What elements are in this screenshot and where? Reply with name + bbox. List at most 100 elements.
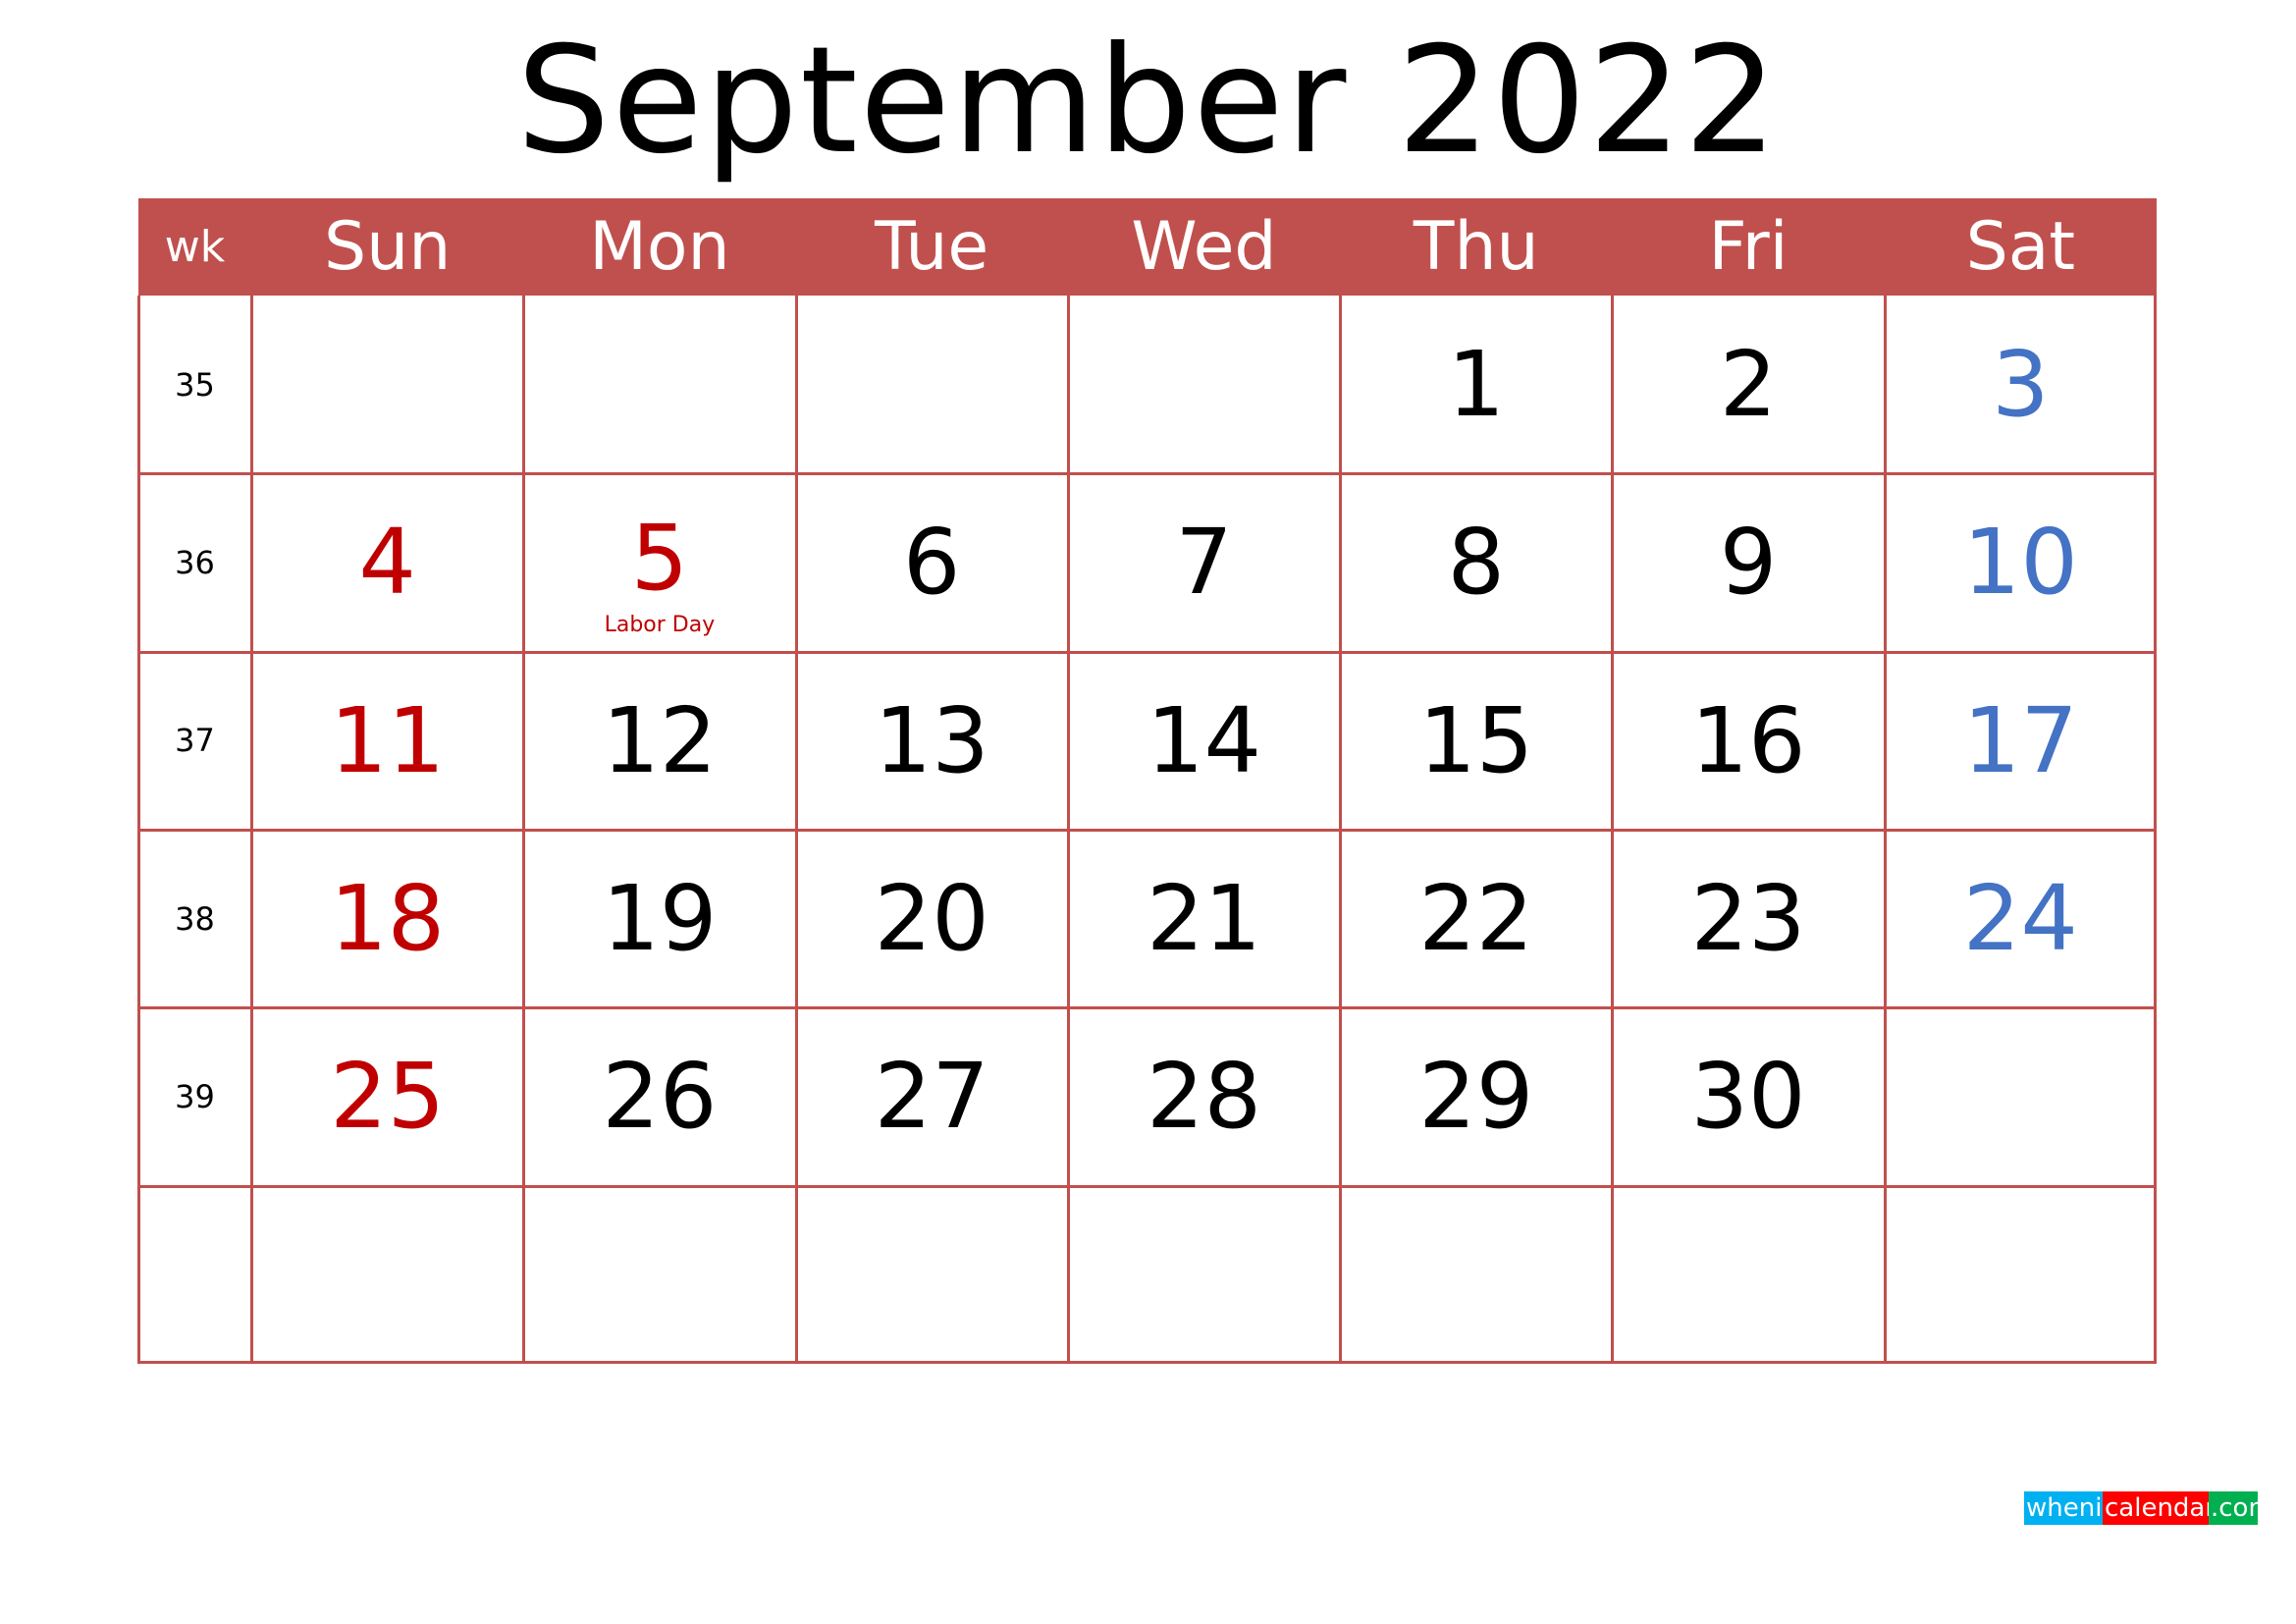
day-number: 8 (1447, 510, 1506, 616)
header-day-tue: Tue (875, 208, 989, 286)
day-number: 25 (330, 1044, 446, 1150)
calendar-grid: wk Sun Mon Tue Wed Thu Fri Sat 35 1 2 3 36 4 5 Labor D… (137, 198, 2157, 1364)
header-day-fri: Fri (1708, 208, 1789, 286)
day-cell[interactable]: 8 (1340, 473, 1612, 651)
header-day-mon: Mon (589, 208, 730, 286)
day-cell[interactable]: 6 (796, 473, 1068, 651)
header-day-thu: Thu (1413, 208, 1539, 286)
day-number: 27 (874, 1044, 989, 1150)
day-number: 23 (1690, 866, 1806, 972)
empty-day-cell (523, 296, 795, 473)
week-number-cell: 35 (138, 296, 251, 473)
day-number: 2 (1719, 332, 1778, 438)
day-cell[interactable]: 4 (251, 473, 523, 651)
day-cell[interactable]: 3 (1885, 296, 2157, 473)
day-cell[interactable]: 29 (1340, 1007, 1612, 1185)
empty-day-cell (1885, 1007, 2157, 1185)
empty-day-cell (251, 1186, 523, 1364)
day-number: 6 (902, 510, 961, 616)
empty-day-cell (796, 1186, 1068, 1364)
day-cell[interactable]: 19 (523, 830, 795, 1007)
day-number: 13 (874, 687, 989, 793)
week-number-cell: 36 (138, 473, 251, 651)
empty-day-cell (251, 296, 523, 473)
week-number: 39 (175, 1077, 215, 1115)
day-cell[interactable]: 27 (796, 1007, 1068, 1185)
watermark-part-whenis: whenis (2024, 1491, 2115, 1525)
day-cell[interactable]: 13 (796, 652, 1068, 830)
day-cell[interactable]: 15 (1340, 652, 1612, 830)
weekday-header: wk Sun Mon Tue Wed Thu Fri Sat (138, 198, 2157, 296)
day-cell[interactable]: 1 (1340, 296, 1612, 473)
day-number: 15 (1418, 687, 1534, 793)
holiday-label: Labor Day (604, 612, 716, 637)
day-number: 16 (1690, 687, 1806, 793)
day-cell[interactable]: 16 (1612, 652, 1884, 830)
day-cell[interactable]: 17 (1885, 652, 2157, 830)
day-cell[interactable]: 24 (1885, 830, 2157, 1007)
calendar-title: September 2022 (516, 16, 1780, 187)
day-cell[interactable]: 26 (523, 1007, 795, 1185)
empty-day-cell (1068, 296, 1340, 473)
day-number: 9 (1719, 510, 1778, 616)
week-number-cell (138, 1186, 251, 1364)
week-number-cell: 39 (138, 1007, 251, 1185)
day-number: 19 (602, 866, 718, 972)
header-day-sat: Sat (1965, 208, 2076, 286)
day-cell[interactable]: 12 (523, 652, 795, 830)
day-number: 20 (874, 866, 989, 972)
week-number-cell: 37 (138, 652, 251, 830)
day-number: 7 (1175, 510, 1233, 616)
week-number: 37 (175, 722, 215, 760)
week-number: 35 (175, 365, 215, 404)
day-cell[interactable]: 11 (251, 652, 523, 830)
day-cell[interactable]: 10 (1885, 473, 2157, 651)
day-number: 24 (1962, 866, 2078, 972)
day-cell[interactable]: 9 (1612, 473, 1884, 651)
day-number: 30 (1690, 1044, 1806, 1150)
day-cell[interactable]: 14 (1068, 652, 1340, 830)
header-day-sun: Sun (323, 208, 452, 286)
week-number: 36 (175, 543, 215, 581)
day-number: 29 (1418, 1044, 1534, 1150)
day-cell[interactable]: 18 (251, 830, 523, 1007)
day-cell[interactable]: 22 (1340, 830, 1612, 1007)
day-number: 14 (1146, 687, 1262, 793)
day-cell[interactable]: 21 (1068, 830, 1340, 1007)
watermark-part-com: .com (2209, 1491, 2273, 1525)
day-number: 4 (358, 510, 416, 616)
day-number: 18 (330, 866, 446, 972)
day-cell[interactable]: 28 (1068, 1007, 1340, 1185)
empty-day-cell (1612, 1186, 1884, 1364)
day-number: 28 (1146, 1044, 1262, 1150)
day-number: 17 (1962, 687, 2078, 793)
empty-day-cell (1340, 1186, 1612, 1364)
header-week-label: wk (164, 222, 226, 272)
week-number: 38 (175, 899, 215, 938)
day-number: 22 (1418, 866, 1534, 972)
day-number: 1 (1447, 332, 1506, 438)
day-number: 21 (1146, 866, 1262, 972)
day-cell[interactable]: 25 (251, 1007, 523, 1185)
day-number: 5 (630, 505, 689, 611)
day-number: 26 (602, 1044, 718, 1150)
day-cell[interactable]: 30 (1612, 1007, 1884, 1185)
empty-day-cell (796, 296, 1068, 473)
day-number: 11 (330, 687, 446, 793)
day-cell[interactable]: 20 (796, 830, 1068, 1007)
day-number: 3 (1992, 332, 2050, 438)
day-number: 10 (1962, 510, 2078, 616)
header-day-wed: Wed (1131, 208, 1277, 286)
week-number-cell: 38 (138, 830, 251, 1007)
day-cell[interactable]: 5 Labor Day (523, 473, 795, 651)
watermark-logo[interactable]: whenis calendars .com (2024, 1491, 2273, 1525)
empty-day-cell (523, 1186, 795, 1364)
calendar-body: 35 1 2 3 36 4 5 Labor Day 6 7 8 9 10 37 11 12 13 14 15 16 17… (137, 296, 2157, 1364)
empty-day-cell (1068, 1186, 1340, 1364)
day-number: 12 (602, 687, 718, 793)
watermark-part-calendars: calendars (2103, 1491, 2229, 1525)
day-cell[interactable]: 7 (1068, 473, 1340, 651)
day-cell[interactable]: 23 (1612, 830, 1884, 1007)
empty-day-cell (1885, 1186, 2157, 1364)
day-cell[interactable]: 2 (1612, 296, 1884, 473)
